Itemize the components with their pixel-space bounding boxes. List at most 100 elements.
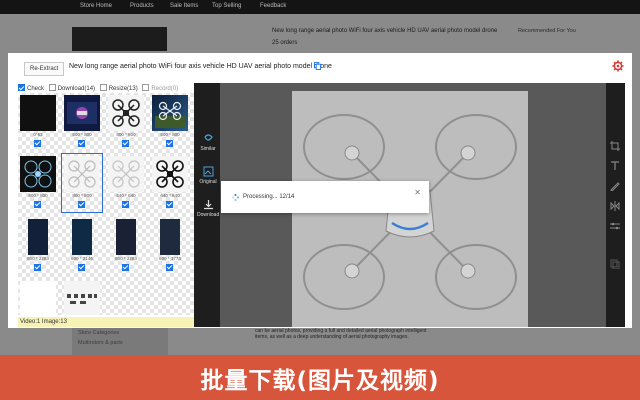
selected-checkbox[interactable] — [78, 140, 85, 147]
adjust-icon[interactable] — [610, 221, 620, 231]
image-size-label: 640 * 640 — [116, 193, 136, 198]
drone-parts-icon — [67, 294, 97, 304]
image-size-label: 800 * 2146 — [71, 256, 93, 261]
selected-checkbox[interactable] — [34, 140, 41, 147]
flip-icon[interactable] — [610, 201, 620, 211]
drone-icon — [112, 99, 140, 127]
image-cell[interactable] — [18, 279, 58, 315]
viewer-right-toolbar — [606, 83, 625, 327]
image-size-label: 800 * 800 — [116, 132, 136, 137]
checkbox-icon — [99, 84, 107, 91]
modal-header: Re-Extract New long range aerial photo W… — [8, 53, 632, 81]
image-cell-active[interactable]: 800 * 800 — [61, 153, 103, 213]
selected-checkbox[interactable] — [34, 264, 41, 271]
image-cell[interactable]: 0*53 — [18, 93, 58, 151]
similar-tool[interactable]: Similar — [197, 133, 219, 152]
image-thumbnail[interactable] — [20, 95, 56, 131]
image-thumbnail[interactable] — [108, 156, 144, 192]
nav-top-selling[interactable]: Top Selling — [212, 3, 241, 9]
store-product-title: New long range aerial photo WiFi four ax… — [272, 28, 498, 34]
image-size-label: 800 * 2283 — [115, 256, 137, 261]
image-cell[interactable]: 800 * 800 — [18, 154, 58, 212]
download-option[interactable]: Download(14) — [48, 84, 95, 92]
image-cell[interactable] — [62, 279, 102, 315]
status-bar: Video:1 Image:13 — [18, 317, 196, 327]
selected-checkbox[interactable] — [122, 201, 129, 208]
store-category-item[interactable]: Multirotors & parts — [78, 340, 162, 346]
gear-icon[interactable] — [612, 60, 624, 72]
image-cell[interactable]: 800 * 2146 — [62, 217, 102, 275]
store-recommended: Recommended For You — [518, 28, 576, 34]
checkbox-icon — [18, 84, 25, 91]
drone-photo-icon — [67, 102, 97, 124]
image-cell[interactable]: 800 * 800 — [150, 93, 190, 151]
image-icon — [203, 166, 213, 177]
image-size-label: 800 * 2283 — [27, 256, 49, 261]
image-thumbnail[interactable] — [64, 156, 100, 192]
close-icon[interactable]: ✕ — [414, 188, 421, 197]
store-nav: Store Home Products Sale Items Top Selli… — [0, 0, 640, 14]
selected-checkbox[interactable] — [78, 201, 85, 208]
store-categories-title: Store Categories — [78, 330, 120, 336]
selected-checkbox[interactable] — [166, 201, 173, 208]
crop-icon[interactable] — [610, 141, 620, 151]
selected-checkbox[interactable] — [78, 264, 85, 271]
store-banner-image — [72, 27, 167, 51]
nav-sale-items[interactable]: Sale Items — [170, 3, 198, 9]
promo-banner: 批量下载(图片及视频) — [0, 355, 640, 400]
image-thumbnail[interactable] — [20, 156, 56, 192]
image-thumbnail[interactable] — [160, 219, 180, 255]
copy-icon[interactable] — [314, 62, 321, 70]
modal-title: New long range aerial photo WiFi four ax… — [69, 63, 332, 70]
selected-checkbox[interactable] — [34, 201, 41, 208]
nav-feedback[interactable]: Feedback — [260, 3, 286, 9]
nav-products[interactable]: Products — [130, 3, 154, 9]
copy-icon[interactable] — [610, 259, 620, 269]
drone-photo-icon — [155, 101, 185, 128]
drone-icon — [68, 160, 96, 188]
download-icon — [203, 200, 213, 210]
image-cell[interactable]: 640 * 640 — [150, 154, 190, 212]
banner-text: 批量下载(图片及视频) — [200, 367, 440, 394]
image-size-label: 800 * 800 — [160, 132, 180, 137]
image-thumbnail[interactable] — [28, 219, 48, 255]
reextract-button[interactable]: Re-Extract — [24, 62, 65, 76]
selected-checkbox[interactable] — [166, 140, 173, 147]
check-all-checkbox[interactable]: Check — [18, 84, 44, 92]
resize-option[interactable]: Resize(13) — [99, 84, 138, 92]
checkbox-icon — [142, 84, 150, 91]
image-thumbnail[interactable] — [116, 219, 136, 255]
toolbar: Check Download(14) Resize(13) Record(0) — [18, 84, 181, 92]
text-icon[interactable] — [610, 161, 620, 171]
image-thumbnail[interactable] — [152, 95, 188, 131]
image-thumbnail[interactable] — [108, 95, 144, 131]
image-thumbnail[interactable] — [20, 281, 56, 315]
image-thumbnail[interactable] — [72, 219, 92, 255]
image-thumbnail[interactable] — [152, 156, 188, 192]
image-cell[interactable]: 800 * 800 — [62, 93, 102, 151]
image-cell[interactable]: 800 * 1774 — [150, 217, 190, 275]
download-tool[interactable]: Download — [197, 199, 219, 218]
image-thumbnail[interactable] — [64, 95, 100, 131]
store-orders: 25 orders — [272, 40, 298, 46]
selected-checkbox[interactable] — [166, 264, 173, 271]
selected-checkbox[interactable] — [122, 264, 129, 271]
original-tool[interactable]: Original — [197, 166, 219, 185]
record-option[interactable]: Record(0) — [142, 84, 178, 92]
image-size-label: 0*53 — [33, 132, 43, 137]
image-cell[interactable]: 640 * 640 — [106, 154, 146, 212]
selected-checkbox[interactable] — [122, 140, 129, 147]
image-size-label: 800 * 800 — [72, 193, 92, 198]
drone-icon — [112, 160, 140, 188]
image-cell[interactable]: 800 * 2283 — [18, 217, 58, 275]
nav-store-home[interactable]: Store Home — [80, 3, 112, 9]
similar-icon — [203, 134, 213, 141]
checkbox-icon — [48, 84, 56, 91]
image-cell[interactable]: 800 * 2283 — [106, 217, 146, 275]
spinner-icon — [232, 194, 239, 201]
image-thumbnail[interactable] — [64, 281, 100, 315]
image-size-label: 640 * 640 — [160, 193, 180, 198]
image-cell[interactable]: 800 * 800 — [106, 93, 146, 151]
pen-icon[interactable] — [610, 181, 620, 191]
processing-dialog: Processing... 12/14 ✕ — [221, 181, 429, 213]
